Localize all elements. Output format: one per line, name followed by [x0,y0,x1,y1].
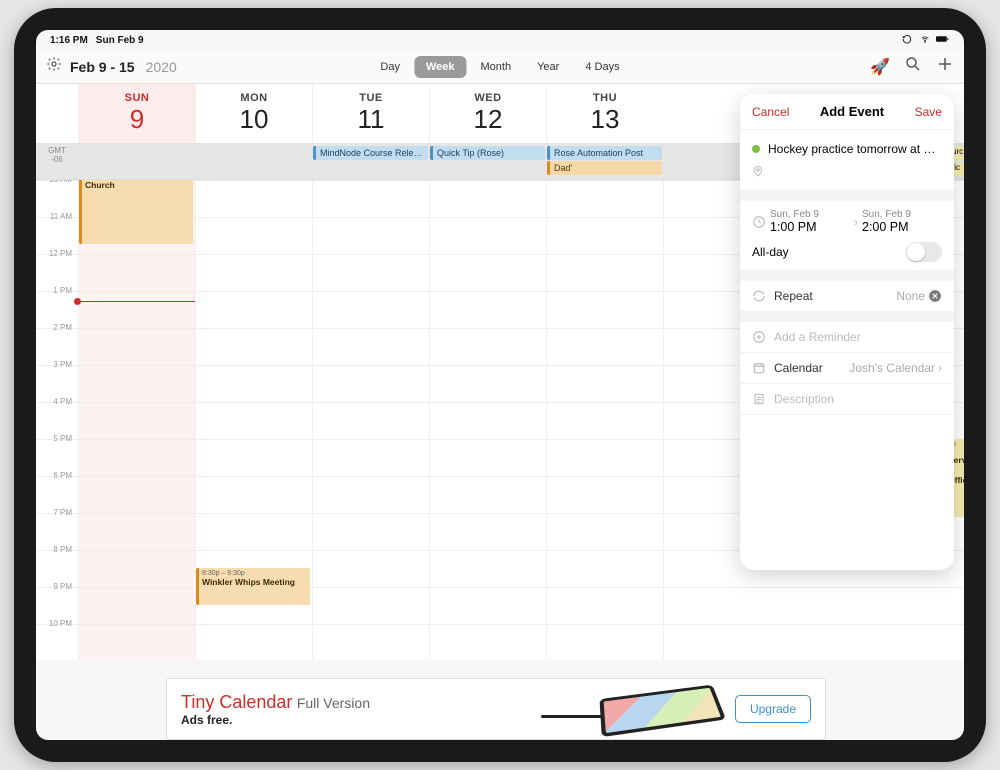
clock-icon [752,215,766,229]
tablet-icon [599,685,726,737]
allday-col-mon[interactable] [195,144,312,179]
allday-event[interactable]: Quick Tip (Rose) [430,146,545,160]
ipad-device-frame: 1:16 PM Sun Feb 9 Feb 9 - 15 2020 [14,8,986,762]
ad-subtitle: Full Version [297,695,370,711]
view-4days[interactable]: 4 Days [573,56,631,78]
current-time-indicator [78,301,195,302]
description-row[interactable]: Description [740,384,954,415]
view-day[interactable]: Day [368,56,412,78]
status-bar: 1:16 PM Sun Feb 9 [36,30,964,50]
allday-event[interactable]: MindNode Course Release [313,146,428,160]
plus-circle-icon [752,330,766,344]
upgrade-button[interactable]: Upgrade [735,695,811,723]
search-button[interactable] [904,55,922,78]
date-year: 2020 [146,59,177,75]
status-date: Sun Feb 9 [96,35,144,46]
ad-title: Tiny Calendar [181,692,292,712]
ad-banner: Tiny Calendar Full Version Ads free. Upg… [166,678,826,740]
battery-icon [936,34,950,47]
screen: 1:16 PM Sun Feb 9 Feb 9 - 15 2020 [36,30,964,740]
ad-line2: Ads free. [181,713,370,727]
day-col-sun[interactable]: SUN 9 [78,84,195,143]
time-section: Sun, Feb 9 1:00 PM › Sun, Feb 9 2:00 PM … [740,201,954,271]
calendar-event-winkler[interactable]: 8:30p – 9:30p Winkler Whips Meeting [196,568,310,605]
day-col-tue[interactable]: TUE 11 [312,84,429,143]
gear-icon [46,56,62,72]
view-month[interactable]: Month [469,56,524,78]
rocket-icon[interactable]: 🚀 [870,57,890,77]
calendar-row[interactable]: Calendar Josh's Calendar › [740,353,954,384]
chevron-right-icon: › [854,215,858,229]
day-col-thu[interactable]: THU 13 [546,84,663,143]
view-week[interactable]: Week [414,56,467,78]
title-section: Hockey practice tomorrow at 9:… [740,130,954,191]
dow-label: SUN [79,92,195,104]
save-button[interactable]: Save [915,105,942,119]
orientation-lock-icon [900,34,914,47]
status-time: 1:16 PM [50,35,88,46]
reminder-row[interactable]: Add a Reminder [740,322,954,353]
chevron-right-icon: › [938,361,942,375]
end-time[interactable]: Sun, Feb 9 2:00 PM [862,209,942,234]
timezone-gutter: GMT -06 [36,144,78,179]
popover-title: Add Event [820,104,884,119]
allday-col-thu[interactable]: Rose Automation Post Dad' [546,144,663,179]
cancel-button[interactable]: Cancel [752,105,789,119]
day-col-wed[interactable]: WED 12 [429,84,546,143]
date-range[interactable]: Feb 9 - 15 [70,59,135,75]
allday-label: All-day [752,245,789,259]
wifi-icon [918,34,932,47]
allday-event[interactable]: Rose Automation Post [547,146,662,160]
view-switcher: Day Week Month Year 4 Days [368,56,631,78]
clear-icon[interactable] [928,289,942,303]
popover-header: Cancel Add Event Save [740,94,954,130]
view-year[interactable]: Year [525,56,571,78]
settings-button[interactable] [46,56,62,77]
repeat-row[interactable]: Repeat None [740,281,954,312]
allday-toggle[interactable] [906,242,942,262]
ad-graphic [541,685,721,733]
allday-event[interactable]: Dad' [547,161,662,175]
repeat-icon [752,289,766,303]
start-time[interactable]: Sun, Feb 9 1:00 PM [770,209,850,234]
location-input[interactable] [772,164,942,178]
hour-label: 10 AM [36,180,76,184]
notes-icon [752,392,766,406]
add-event-popover: Cancel Add Event Save Hockey practice to… [740,94,954,570]
app-header: Feb 9 - 15 2020 Day Week Month Year 4 Da… [36,50,964,84]
day-number: 9 [79,104,195,135]
calendar-event-church[interactable]: 9:45 – 11:45 Church [79,180,193,244]
allday-col-sun[interactable] [78,144,195,179]
event-title-input[interactable]: Hockey practice tomorrow at 9:… [768,142,942,156]
search-icon [904,55,922,73]
day-header-gutter [36,84,78,143]
add-button[interactable] [936,55,954,78]
calendar-icon [752,361,766,375]
allday-col-tue[interactable]: MindNode Course Release [312,144,429,179]
calendar-color-dot [752,145,760,153]
location-pin-icon [752,165,764,177]
day-col-mon[interactable]: MON 10 [195,84,312,143]
allday-col-wed[interactable]: Quick Tip (Rose) [429,144,546,179]
plus-icon [936,55,954,73]
